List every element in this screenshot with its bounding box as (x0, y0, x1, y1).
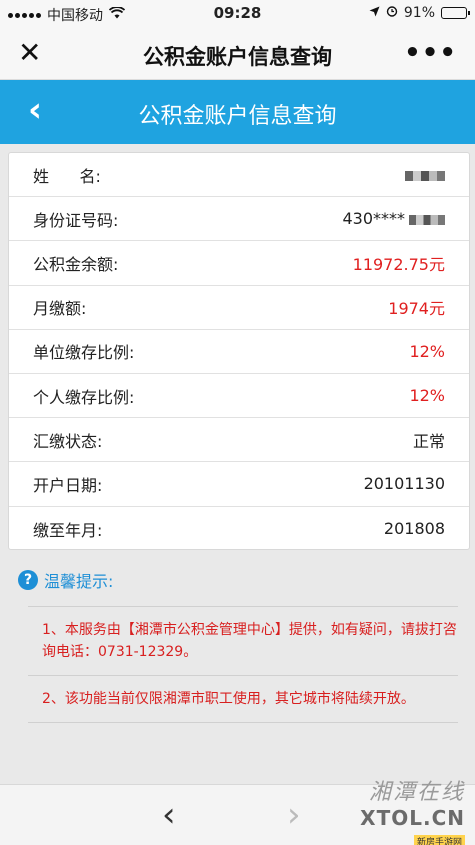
tip-item-1: 1、本服务由【湘潭市公积金管理中心】提供，如有疑问，请拔打咨询电话：0731-1… (28, 607, 458, 676)
account-row: 身份证号码: 430**** (9, 197, 469, 242)
battery-percent: 91% (403, 5, 435, 21)
row-value: 1974元 (388, 295, 445, 319)
watermark-sub: 新房手游网 (413, 835, 465, 845)
watermark-script: 湘潭在线 (368, 780, 465, 805)
account-info-card: 姓 名: 身份证号码: 430**** 公积金余额: 11972.75元月缴额: 1974… (8, 152, 470, 550)
watermark-logo: 湘潭在线 XTOL.CN 新房手游网 (337, 774, 465, 845)
forward-arrow-icon[interactable]: › (287, 795, 301, 835)
row-label: 开户日期: (33, 475, 103, 495)
back-arrow-icon[interactable]: ‹ (162, 795, 176, 835)
location-arrow-icon (369, 5, 380, 21)
watermark-brand: XTOL.CN (360, 806, 465, 830)
tips-title: 温馨提示: (44, 572, 114, 591)
row-value: 430**** (342, 209, 445, 228)
question-circle-icon: ? (18, 570, 38, 590)
redacted-mark (409, 214, 445, 225)
account-row: 个人缴存比例: 12% (9, 374, 469, 419)
battery-icon (441, 7, 470, 19)
row-value-text: 12% (409, 386, 445, 406)
account-row: 单位缴存比例: 12% (9, 330, 469, 374)
account-row: 汇缴状态: 正常 (9, 418, 469, 463)
row-label: 单位缴存比例: (33, 343, 135, 363)
row-label: 姓 名: (33, 166, 101, 186)
row-label: 身份证号码: (33, 210, 119, 230)
status-bar: 中国移动 09:28 91% (0, 0, 475, 28)
row-value-text: 11972.75元 (352, 254, 445, 274)
row-value-text: 201808 (383, 519, 445, 539)
row-value-text: 1974元 (388, 299, 445, 319)
account-row: 姓 名: (9, 153, 469, 198)
page-title: 公积金账户信息查询 (138, 104, 337, 129)
account-row: 缴至年月: 201808 (9, 507, 469, 551)
tip-item-2: 2、该功能当前仅限湘潭市职工使用，其它城市将陆续开放。 (28, 676, 458, 723)
tips-header: ? 温馨提示: (18, 566, 458, 594)
row-value: 12% (409, 386, 445, 405)
tips-section: ? 温馨提示: 1、本服务由【湘潭市公积金管理中心】提供，如有疑问，请拔打咨询电… (18, 566, 458, 723)
row-value: 正常 (413, 428, 445, 452)
account-row: 开户日期: 20101130 (9, 462, 469, 507)
webview-nav-bar: ✕ 公积金账户信息查询 ••• (0, 28, 475, 80)
row-value-text: 12% (409, 341, 445, 361)
row-label: 公积金余额: (33, 254, 119, 274)
account-row: 公积金余额: 11972.75元 (9, 241, 469, 286)
redacted-mark (405, 170, 445, 181)
row-value-text: 正常 (412, 431, 445, 451)
row-value-text: 20101130 (363, 474, 445, 494)
row-value (405, 165, 445, 184)
row-value: 12% (409, 342, 445, 361)
row-value: 20101130 (364, 474, 445, 493)
row-value-text: 430**** (342, 209, 405, 229)
row-label: 汇缴状态: (33, 431, 103, 451)
more-options-icon[interactable]: ••• (404, 38, 457, 68)
row-value: 11972.75元 (353, 251, 445, 275)
status-right: 91% (369, 5, 470, 21)
row-value: 201808 (384, 519, 445, 538)
row-label: 个人缴存比例: (33, 387, 135, 407)
row-label: 月缴额: (33, 299, 87, 319)
app-header: ‹ 公积金账户信息查询 (0, 80, 475, 144)
account-row: 月缴额: 1974元 (9, 286, 469, 330)
alarm-icon (386, 5, 398, 21)
row-label: 缴至年月: (33, 520, 103, 540)
